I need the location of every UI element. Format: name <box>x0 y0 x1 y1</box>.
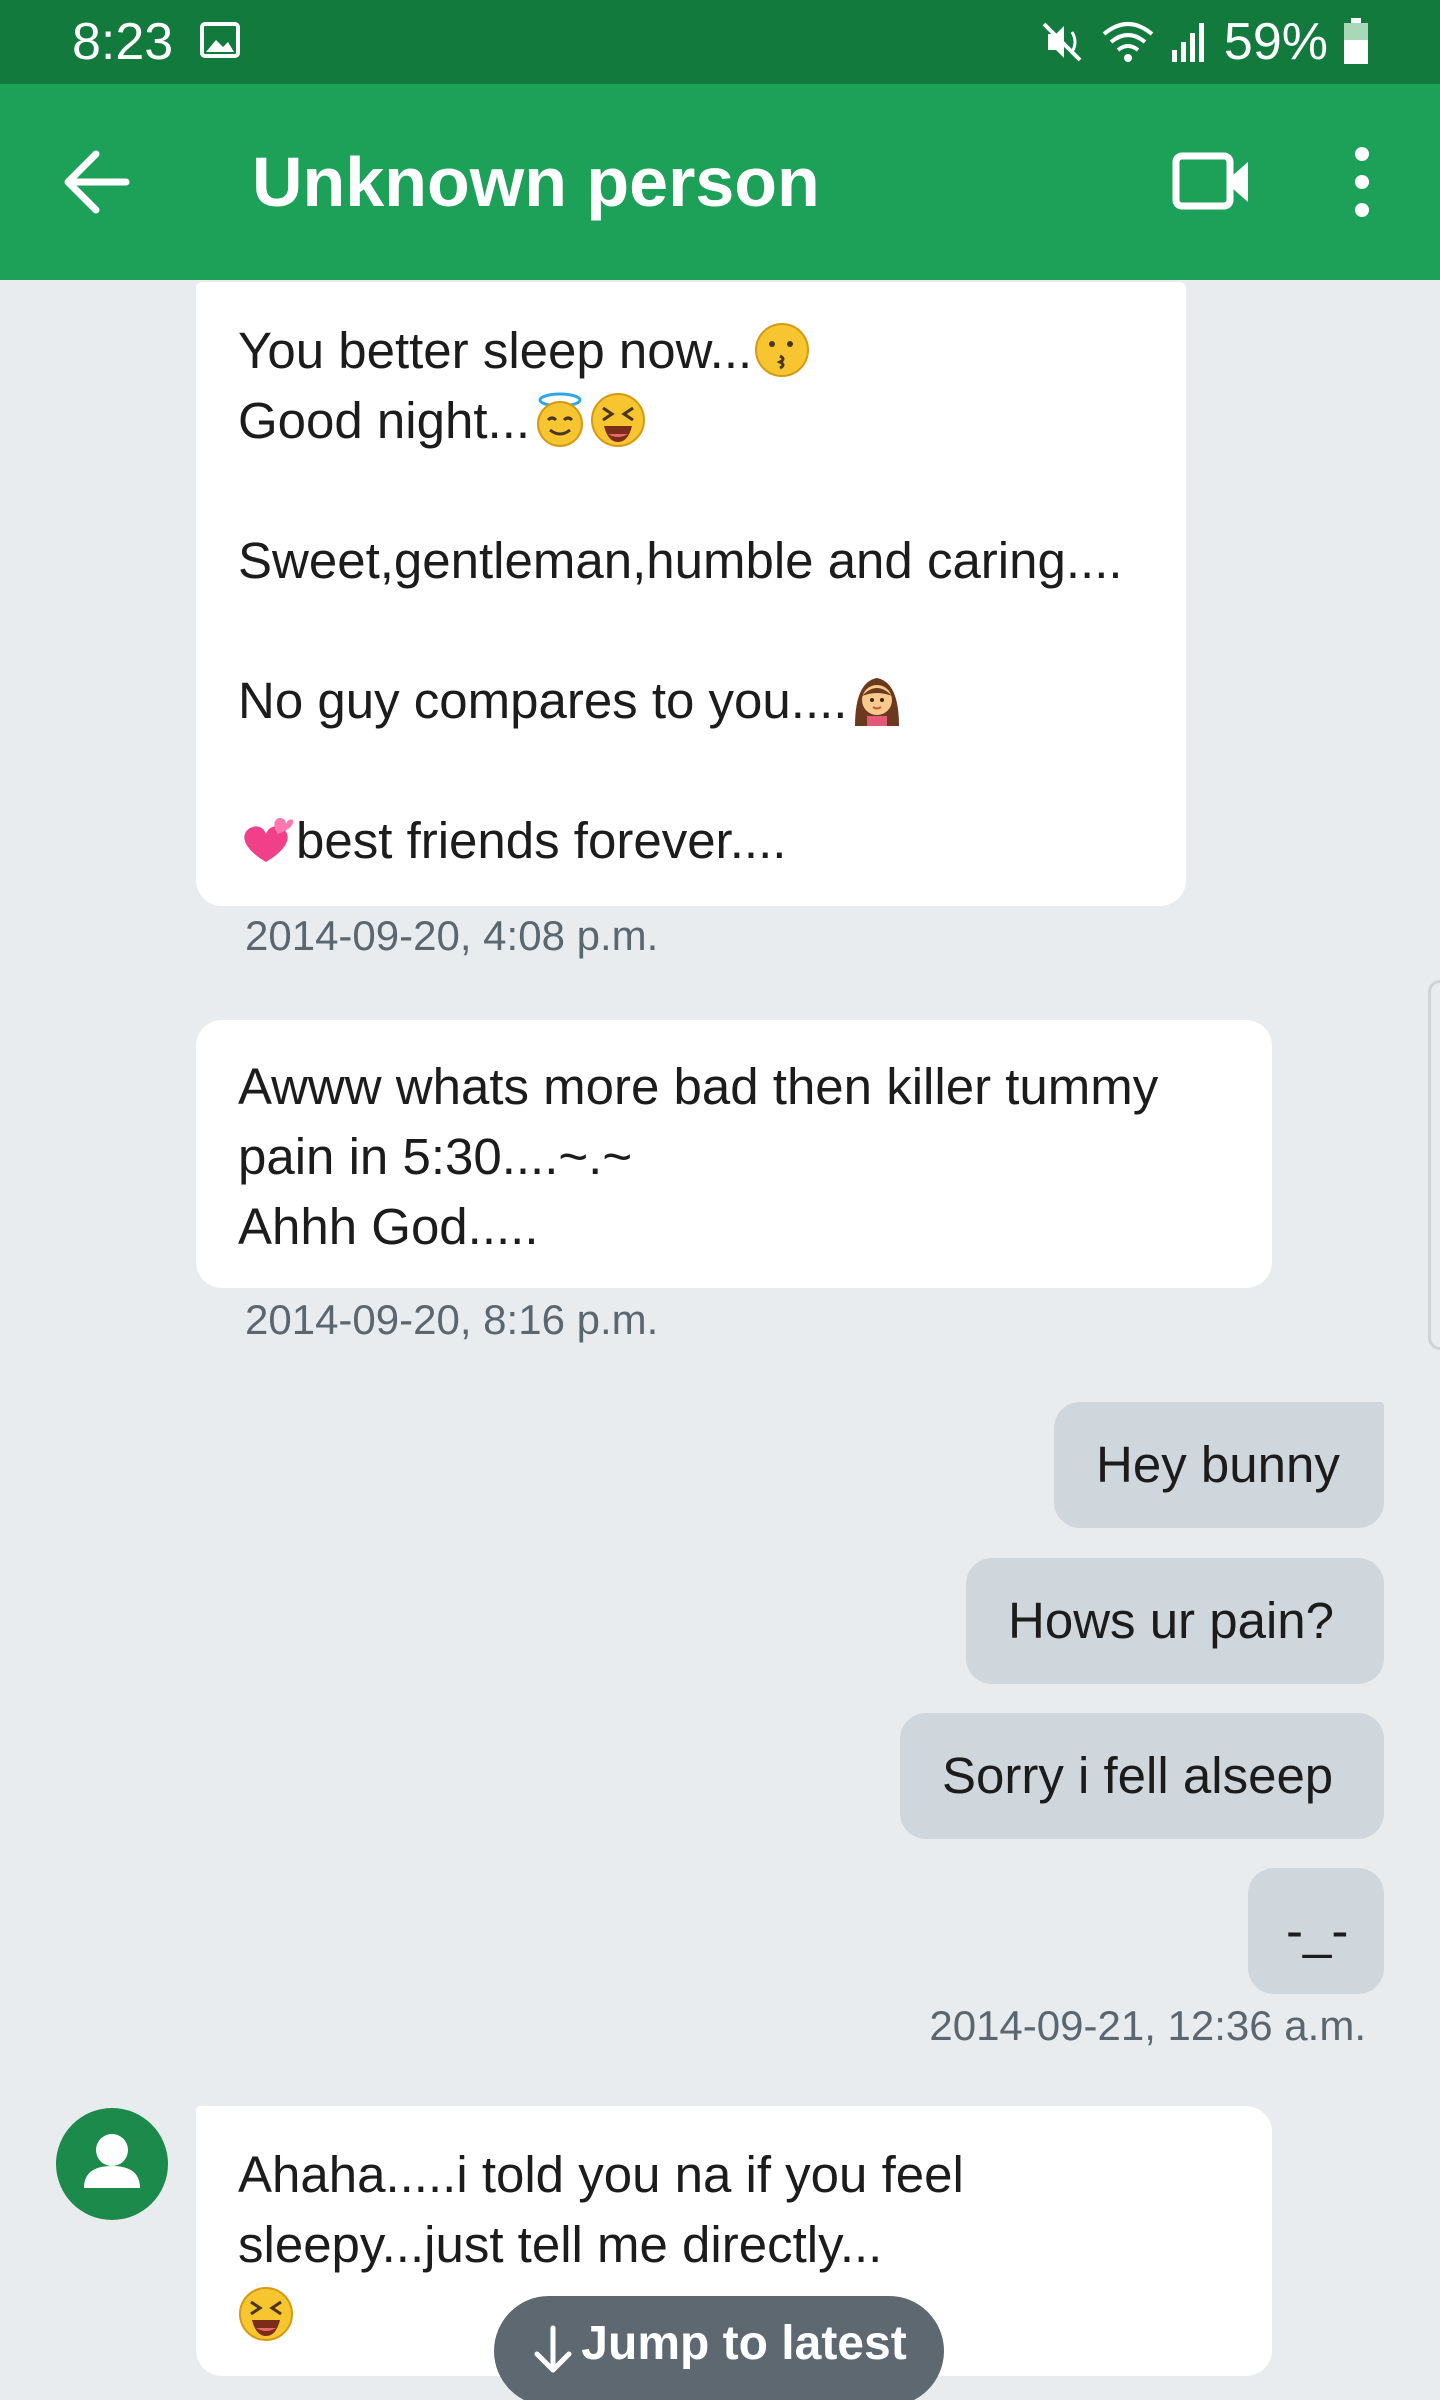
video-call-icon <box>1172 152 1248 210</box>
message-line: You better sleep now... <box>238 316 1144 386</box>
message-bubble-outgoing[interactable]: Sorry i fell alseep <box>900 1713 1384 1839</box>
girl-emoji <box>855 678 900 726</box>
message-line <box>238 736 1144 806</box>
message-text: -_- <box>1286 1902 1349 1959</box>
conversation-title: Unknown person <box>252 143 820 221</box>
message-line: Ahhh God..... <box>238 1198 539 1255</box>
message-line: sleepy...just tell me directly... <box>238 2216 883 2273</box>
two-hearts-emoji <box>244 818 294 862</box>
message-text: Hey bunny <box>1096 1436 1340 1493</box>
image-icon <box>200 22 240 58</box>
avatar[interactable] <box>56 2108 168 2220</box>
message-timestamp: 2014-09-21, 12:36 a.m. <box>929 2002 1366 2049</box>
halo-face-emoji <box>537 392 584 447</box>
signal-icon <box>1170 20 1210 64</box>
message-text: Sorry i fell alseep <box>942 1747 1334 1804</box>
message-line: pain in 5:30....~.~ <box>238 1128 633 1185</box>
squinting-face-emoji <box>239 2287 293 2341</box>
battery-percentage: 59% <box>1223 13 1328 71</box>
message-bubble-incoming[interactable]: Awww whats more bad then killer tummy pa… <box>196 1020 1272 1288</box>
message-line: Ahaha.....i told you na if you feel <box>238 2146 964 2203</box>
message-line: Good night... <box>238 386 1144 456</box>
kissing-face-emoji <box>755 323 810 377</box>
arrow-down-icon <box>534 2325 572 2373</box>
more-options-button[interactable] <box>1330 142 1394 222</box>
message-bubble-incoming[interactable]: You better sleep now... Good night... Sw… <box>196 282 1186 906</box>
message-text: Hows ur pain? <box>1008 1592 1334 1649</box>
message-line: Sweet,gentleman,humble and caring.... <box>238 532 1123 589</box>
jump-to-latest-label: Jump to latest <box>581 2317 907 2370</box>
back-button[interactable] <box>60 140 144 224</box>
back-arrow-icon <box>64 150 130 214</box>
message-timestamp: 2014-09-20, 4:08 p.m. <box>245 912 659 959</box>
message-timestamp: 2014-09-20, 8:16 p.m. <box>245 1296 659 1343</box>
status-time: 8:23 <box>72 13 174 71</box>
video-call-button[interactable] <box>1170 144 1254 220</box>
wifi-icon <box>1100 20 1156 64</box>
message-bubble-outgoing[interactable]: Hey bunny <box>1054 1402 1384 1528</box>
avatar-person-icon <box>84 2134 140 2188</box>
status-bar: 8:23 59% <box>0 0 1440 84</box>
message-line: No guy compares to you.... <box>238 666 1144 736</box>
scrollbar[interactable] <box>1428 980 1440 1350</box>
jump-to-latest-button[interactable]: Jump to latest <box>494 2296 944 2400</box>
mute-icon <box>1040 20 1086 64</box>
message-bubble-outgoing[interactable]: Hows ur pain? <box>966 1558 1384 1684</box>
message-line: Awww whats more bad then killer tummy <box>238 1058 1159 1115</box>
battery-icon <box>1342 18 1370 66</box>
message-line <box>238 596 1144 666</box>
message-bubble-outgoing[interactable]: -_- <box>1248 1868 1384 1994</box>
status-indicators: 59% <box>1040 12 1370 72</box>
message-line: best friends forever.... <box>238 806 1144 876</box>
message-line <box>238 456 1144 526</box>
app-bar: Unknown person <box>0 84 1440 280</box>
more-vert-icon <box>1355 147 1369 217</box>
squinting-face-emoji <box>591 393 646 447</box>
